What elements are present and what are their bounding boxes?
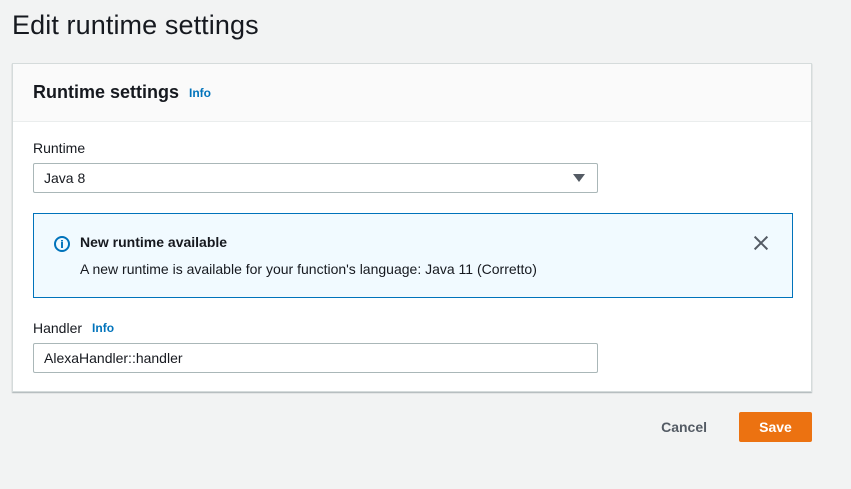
runtime-selected-value: Java 8 bbox=[44, 170, 86, 186]
handler-field: Handler Info bbox=[33, 320, 791, 373]
handler-label: Handler bbox=[33, 320, 83, 336]
runtime-settings-info-link[interactable]: Info bbox=[189, 86, 211, 100]
handler-input[interactable] bbox=[33, 343, 598, 373]
handler-info-link[interactable]: Info bbox=[92, 321, 114, 335]
runtime-label: Runtime bbox=[33, 140, 86, 156]
new-runtime-alert: i New runtime available A new runtime is… bbox=[33, 213, 793, 298]
handler-label-row: Handler Info bbox=[33, 320, 791, 336]
page-title: Edit runtime settings bbox=[12, 10, 259, 40]
close-icon[interactable] bbox=[752, 234, 770, 252]
cancel-button[interactable]: Cancel bbox=[641, 412, 727, 442]
alert-message: A new runtime is available for your func… bbox=[80, 261, 537, 277]
runtime-select[interactable]: Java 8 bbox=[33, 163, 598, 193]
save-button[interactable]: Save bbox=[739, 412, 812, 442]
alert-title: New runtime available bbox=[80, 234, 228, 250]
footer-actions: Cancel Save bbox=[641, 412, 812, 442]
caret-down-icon bbox=[573, 174, 585, 182]
panel-title: Runtime settings bbox=[33, 82, 180, 102]
runtime-settings-panel: Runtime settings Info Runtime Java 8 i N… bbox=[12, 63, 812, 392]
info-circle-icon: i bbox=[54, 236, 70, 252]
panel-header: Runtime settings Info bbox=[13, 64, 811, 122]
panel-body: Runtime Java 8 i New runtime available A… bbox=[13, 122, 811, 391]
